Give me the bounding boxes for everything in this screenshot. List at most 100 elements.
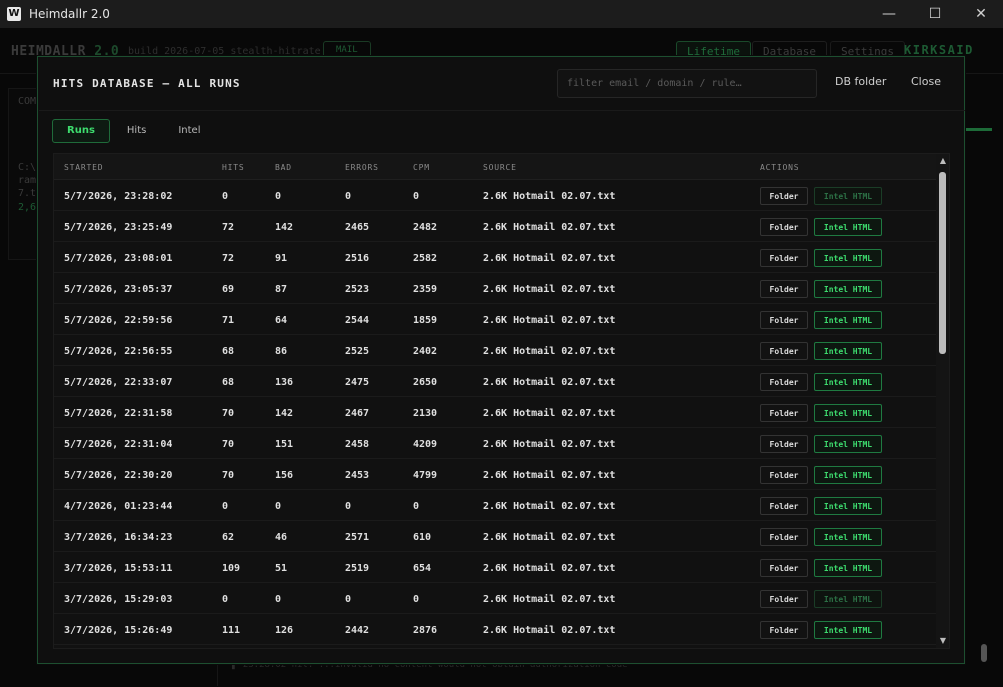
- folder-button[interactable]: Folder: [760, 373, 808, 391]
- folder-button[interactable]: Folder: [760, 466, 808, 484]
- background-scroll-thumb[interactable]: [981, 644, 987, 662]
- cell-bad: 136: [275, 377, 294, 388]
- cell-hits: 72: [222, 253, 235, 264]
- tab-hits[interactable]: Hits: [112, 119, 161, 143]
- cell-cpm: 2582: [413, 253, 438, 264]
- runs-table: STARTED HITS BAD ERRORS CPM SOURCE ACTIO…: [53, 153, 950, 649]
- intel-html-button[interactable]: Intel HTML: [814, 466, 882, 484]
- intel-html-button[interactable]: Intel HTML: [814, 497, 882, 515]
- cell-cpm: 0: [413, 501, 420, 512]
- intel-html-button[interactable]: Intel HTML: [814, 373, 882, 391]
- cell-bad: 51: [275, 563, 288, 574]
- folder-button[interactable]: Folder: [760, 218, 808, 236]
- table-scrollbar[interactable]: ▲ ▼: [936, 154, 949, 648]
- scroll-up-icon[interactable]: ▲: [938, 156, 948, 166]
- cell-source: 2.6K Hotmail 02.07.txt: [483, 470, 616, 481]
- intel-html-button[interactable]: Intel HTML: [814, 404, 882, 422]
- db-folder-button[interactable]: DB folder: [835, 75, 886, 88]
- cell-cpm: 2650: [413, 377, 438, 388]
- cell-cpm: 4799: [413, 470, 438, 481]
- intel-html-button[interactable]: Intel HTML: [814, 249, 882, 267]
- close-window-icon[interactable]: ✕: [958, 0, 1003, 28]
- tab-runs[interactable]: Runs: [52, 119, 110, 143]
- folder-button[interactable]: Folder: [760, 404, 808, 422]
- intel-html-button[interactable]: Intel HTML: [814, 528, 882, 546]
- modal-title: HITS DATABASE — ALL RUNS: [53, 77, 241, 90]
- column-header-source: SOURCE: [483, 163, 517, 172]
- cell-started: 5/7/2026, 22:33:07: [64, 377, 173, 388]
- cell-cpm: 2359: [413, 284, 438, 295]
- folder-button[interactable]: Folder: [760, 249, 808, 267]
- cell-errors: 2453: [345, 470, 370, 481]
- cell-cpm: 2876: [413, 625, 438, 636]
- cell-source: 2.6K Hotmail 02.07.txt: [483, 315, 616, 326]
- cell-started: 3/7/2026, 15:53:11: [64, 563, 173, 574]
- folder-button[interactable]: Folder: [760, 187, 808, 205]
- column-header-hits: HITS: [222, 163, 245, 172]
- table-row: 3/7/2026, 15:26:49 111 126 2442 2876 2.6…: [54, 614, 936, 645]
- folder-button[interactable]: Folder: [760, 435, 808, 453]
- cell-errors: 0: [345, 501, 352, 512]
- cell-started: 5/7/2026, 23:05:37: [64, 284, 173, 295]
- folder-button[interactable]: Folder: [760, 590, 808, 608]
- intel-html-button[interactable]: Intel HTML: [814, 311, 882, 329]
- minimize-icon[interactable]: —: [866, 0, 912, 28]
- background-scrollbar[interactable]: [979, 640, 989, 680]
- maximize-icon[interactable]: ☐: [912, 0, 958, 28]
- cell-started: 5/7/2026, 23:08:01: [64, 253, 173, 264]
- folder-button[interactable]: Folder: [760, 280, 808, 298]
- cell-hits: 71: [222, 315, 235, 326]
- cell-bad: 142: [275, 222, 294, 233]
- folder-button[interactable]: Folder: [760, 559, 808, 577]
- cell-hits: 70: [222, 470, 235, 481]
- tab-intel[interactable]: Intel: [163, 119, 215, 143]
- table-row: 5/7/2026, 22:33:07 68 136 2475 2650 2.6K…: [54, 366, 936, 397]
- intel-html-button[interactable]: Intel HTML: [814, 342, 882, 360]
- table-row: 3/7/2026, 16:34:23 62 46 2571 610 2.6K H…: [54, 521, 936, 552]
- folder-button[interactable]: Folder: [760, 528, 808, 546]
- cell-source: 2.6K Hotmail 02.07.txt: [483, 563, 616, 574]
- cell-hits: 68: [222, 346, 235, 357]
- intel-html-button[interactable]: Intel HTML: [814, 590, 882, 608]
- cell-source: 2.6K Hotmail 02.07.txt: [483, 501, 616, 512]
- cell-cpm: 2130: [413, 408, 438, 419]
- cell-hits: 69: [222, 284, 235, 295]
- scroll-down-icon[interactable]: ▼: [938, 636, 948, 646]
- table-row: 5/7/2026, 23:25:49 72 142 2465 2482 2.6K…: [54, 211, 936, 242]
- cell-hits: 70: [222, 439, 235, 450]
- window-titlebar: W Heimdallr 2.0 — ☐ ✕: [0, 0, 1003, 28]
- cell-source: 2.6K Hotmail 02.07.txt: [483, 346, 616, 357]
- side-text: ram: [18, 175, 37, 186]
- cell-bad: 0: [275, 594, 282, 605]
- cell-source: 2.6K Hotmail 02.07.txt: [483, 532, 616, 543]
- folder-button[interactable]: Folder: [760, 342, 808, 360]
- window-title: Heimdallr 2.0: [29, 7, 110, 21]
- cell-source: 2.6K Hotmail 02.07.txt: [483, 625, 616, 636]
- cell-cpm: 4209: [413, 439, 438, 450]
- scroll-thumb[interactable]: [939, 172, 946, 354]
- filter-input[interactable]: [557, 69, 817, 98]
- cell-errors: 2475: [345, 377, 370, 388]
- app-logo-icon: W: [7, 7, 21, 21]
- column-header-errors: ERRORS: [345, 163, 379, 172]
- cell-cpm: 0: [413, 191, 420, 202]
- cell-source: 2.6K Hotmail 02.07.txt: [483, 377, 616, 388]
- folder-button[interactable]: Folder: [760, 311, 808, 329]
- intel-html-button[interactable]: Intel HTML: [814, 435, 882, 453]
- cell-errors: 2544: [345, 315, 370, 326]
- intel-html-button[interactable]: Intel HTML: [814, 187, 882, 205]
- intel-html-button[interactable]: Intel HTML: [814, 218, 882, 236]
- intel-html-button[interactable]: Intel HTML: [814, 621, 882, 639]
- cell-source: 2.6K Hotmail 02.07.txt: [483, 222, 616, 233]
- cell-source: 2.6K Hotmail 02.07.txt: [483, 253, 616, 264]
- intel-html-button[interactable]: Intel HTML: [814, 559, 882, 577]
- folder-button[interactable]: Folder: [760, 497, 808, 515]
- header-divider: [39, 110, 965, 111]
- close-modal-button[interactable]: Close: [911, 75, 941, 88]
- cell-errors: 2571: [345, 532, 370, 543]
- cell-cpm: 610: [413, 532, 432, 543]
- table-row: 3/7/2026, 15:53:11 109 51 2519 654 2.6K …: [54, 552, 936, 583]
- intel-html-button[interactable]: Intel HTML: [814, 280, 882, 298]
- cell-bad: 91: [275, 253, 288, 264]
- folder-button[interactable]: Folder: [760, 621, 808, 639]
